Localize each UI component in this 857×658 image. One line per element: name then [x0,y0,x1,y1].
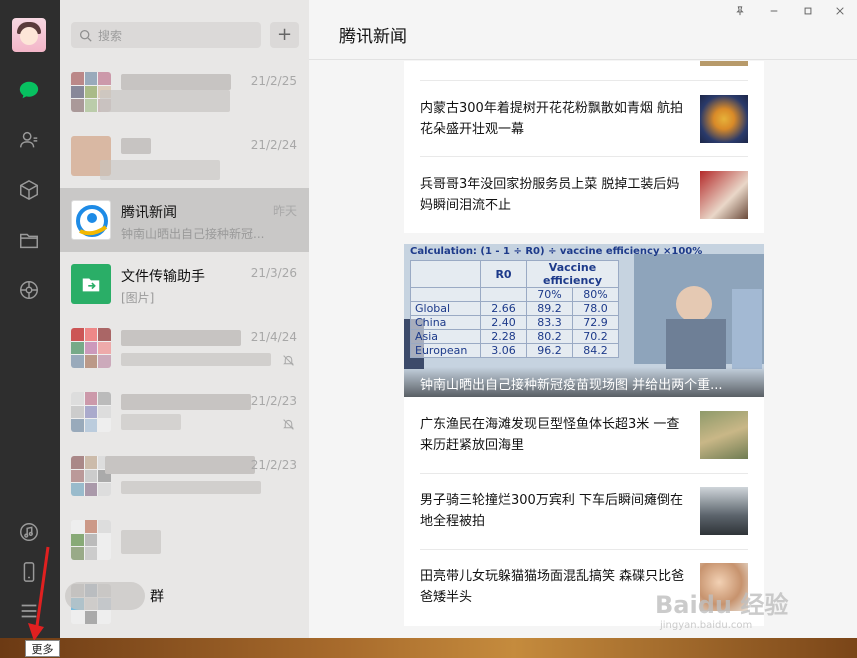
search-placeholder: 搜索 [98,28,123,43]
chat-preview: 钟南山晒出自己接种新冠... [121,227,265,241]
article-thumbnail [700,487,748,535]
chat-name: 腾讯新闻 [121,205,177,221]
chat-time: 昨天 [272,204,297,218]
article-title: 兵哥哥3年没回家扮服务员上菜 脱掉工装后妈妈瞬间泪流不止 [420,177,680,213]
list-item[interactable]: 群 [60,572,309,636]
list-item[interactable]: 21/2/23 [60,444,309,508]
chat-list-panel: 搜索 + 21/2/25 21/2/24 腾讯新闻 钟南山晒出自己接种新冠...… [60,0,309,638]
vaccine-table: R0 Vaccine efficiency 70% 80% Global 2.66… [410,260,619,358]
article-title: 内蒙古300年着提树开花花粉飘散如青烟 航拍花朵盛开壮观一幕 [420,101,683,137]
avatar[interactable] [12,18,46,52]
chat-name: 文件传输助手 [121,269,205,285]
page-title: 腾讯新闻 [339,27,407,47]
tencent-news-avatar [71,200,111,240]
article-thumbnail [700,411,748,459]
mute-icon [283,419,294,430]
hero-article[interactable]: Calculation: (1 - 1 ÷ R0) ÷ vaccine effi… [404,244,764,397]
list-item[interactable]: 21/4/24 [60,316,309,380]
chat-time: 21/2/23 [250,458,297,472]
files-icon[interactable] [15,226,43,254]
article-title: 田亮带儿女玩躲猫猫场面混乱搞笑 森碟只比爸爸矮半头 [420,569,685,605]
channels-icon[interactable] [15,518,43,546]
list-item[interactable]: 21/2/24 [60,124,309,188]
chat-time: 21/2/23 [250,394,297,408]
add-chat-button[interactable]: + [270,22,299,48]
article-item[interactable]: 内蒙古300年着提树开花花粉飘散如青烟 航拍花朵盛开壮观一幕 [420,81,748,157]
list-item[interactable] [60,508,309,572]
chat-time: 21/3/26 [250,266,297,280]
file-transfer-icon [71,264,111,304]
contacts-icon[interactable] [15,126,43,154]
title-bar: 腾讯新闻 [309,0,857,60]
group-avatar [71,392,111,432]
maximize-icon[interactable] [797,4,819,18]
table-title: Calculation: (1 - 1 ÷ R0) ÷ vaccine effi… [410,246,703,257]
article-item[interactable]: 广东渔民在海滩发现巨型怪鱼体长超3米 一查来历赶紧放回海里 [420,397,748,473]
red-arrow-annotation [28,546,50,641]
pin-icon[interactable] [729,4,751,18]
news-card: 内蒙古300年着提树开花花粉飘散如青烟 航拍花朵盛开壮观一幕 兵哥哥3年没回家扮… [404,61,764,233]
list-item[interactable]: 21/2/25 [60,60,309,124]
article-item[interactable]: 男子骑三轮撞烂300万宾利 下车后瞬间瘫倒在地全程被拍 [420,473,748,549]
search-input[interactable]: 搜索 [71,22,261,48]
chat-icon[interactable] [15,76,43,104]
article-item[interactable]: 兵哥哥3年没回家扮服务员上菜 脱掉工装后妈妈瞬间泪流不止 [420,157,748,233]
baidu-watermark-url: jingyan.baidu.com [660,620,753,631]
close-icon[interactable] [829,4,851,18]
minimize-icon[interactable] [763,4,785,18]
mute-icon [283,355,294,366]
article-title: 广东渔民在海滩发现巨型怪鱼体长超3米 一查来历赶紧放回海里 [420,417,680,453]
list-item[interactable]: 文件传输助手 [图片] 21/3/26 [60,252,309,316]
list-item[interactable]: 21/2/23 [60,380,309,444]
article-panel: 腾讯新闻 内蒙古300年着提树开花花粉飘散如青烟 航拍花朵盛开壮观一幕 兵哥哥3… [309,0,857,638]
group-avatar [71,328,111,368]
favorites-icon[interactable] [15,176,43,204]
nav-sidebar [0,0,60,638]
article-thumbnail [700,171,748,219]
chat-name: 群 [150,589,164,605]
chat-time: 21/4/24 [250,330,297,344]
hero-caption: 钟南山晒出自己接种新冠疫苗现场图 并给出两个重... [404,367,764,397]
chat-time: 21/2/25 [250,74,297,88]
list-item[interactable]: 腾讯新闻 钟南山晒出自己接种新冠... 昨天 [60,188,309,252]
article-thumbnail [700,95,748,143]
chat-time: 21/2/24 [250,138,297,152]
search-icon [79,29,92,42]
desktop-background [0,638,857,658]
baidu-watermark: Baidu 经验 [655,591,789,619]
moments-icon[interactable] [15,276,43,304]
more-tooltip: 更多 [25,640,60,657]
chat-preview: [图片] [121,291,155,305]
group-avatar [71,520,111,560]
article-title: 男子骑三轮撞烂300万宾利 下车后瞬间瘫倒在地全程被拍 [420,493,683,529]
